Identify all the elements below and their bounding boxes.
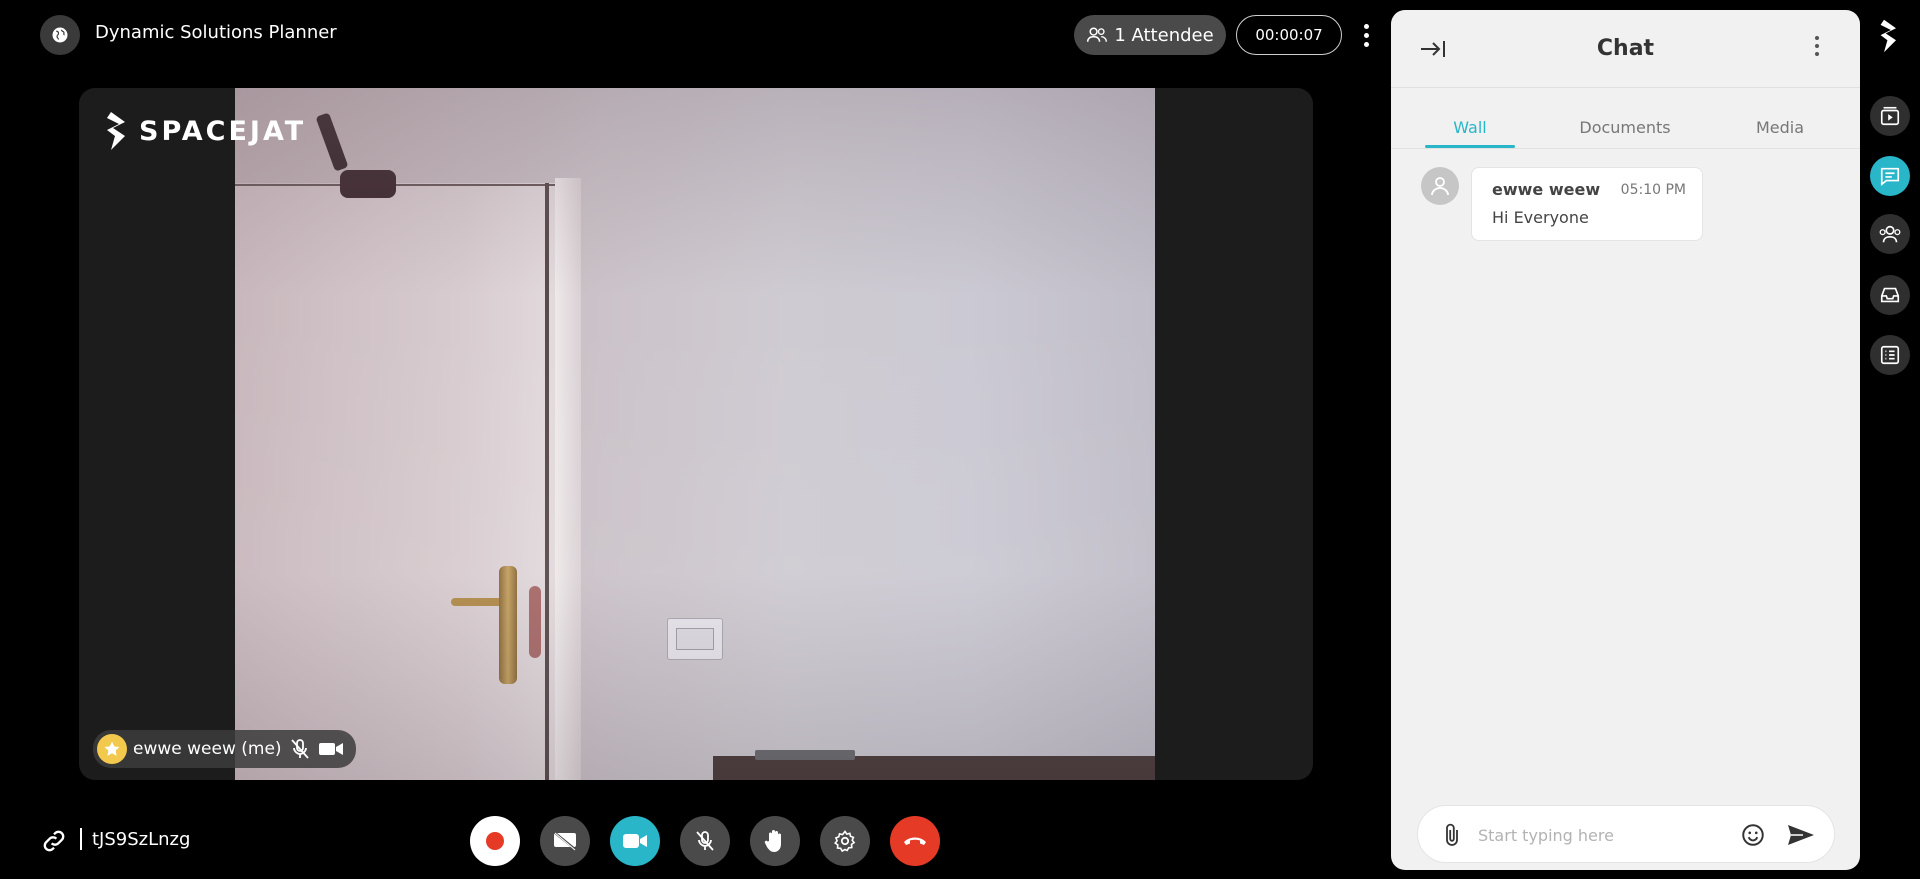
chat-icon (1880, 167, 1900, 186)
rail-chat-button[interactable] (1870, 156, 1910, 196)
tab-wall[interactable]: Wall (1425, 105, 1515, 149)
people-icon (1087, 27, 1108, 42)
rail-participants-button[interactable] (1870, 214, 1910, 254)
chat-more-button[interactable] (1812, 36, 1822, 56)
send-button[interactable] (1786, 822, 1816, 852)
app-logo (1878, 18, 1902, 58)
raise-hand-button[interactable] (750, 816, 800, 866)
record-icon (486, 832, 504, 850)
message-time: 05:10 PM (1620, 182, 1686, 198)
emoji-icon (1742, 824, 1764, 846)
chat-title: Chat (1596, 36, 1655, 61)
send-icon (1788, 825, 1814, 845)
right-rail (1860, 0, 1920, 879)
video-stage: SPACEJAT ewwe weew (me) (79, 88, 1313, 780)
camera-feed (235, 88, 1155, 780)
active-tab-indicator (1425, 145, 1515, 148)
screen-share-button[interactable] (540, 816, 590, 866)
meeting-code: tJS9SzLnzg (80, 828, 190, 850)
link-icon (43, 830, 65, 852)
mic-toggle-button[interactable] (680, 816, 730, 866)
kebab-icon (1363, 23, 1369, 29)
mic-off-icon (290, 739, 309, 759)
chat-message: ewwe weew 05:10 PM Hi Everyone (1421, 167, 1703, 241)
playlist-icon (1880, 106, 1900, 126)
logo-icon (1880, 19, 1896, 53)
camera-toggle-button[interactable] (610, 816, 660, 866)
participant-name-tag: ewwe weew (me) (93, 730, 356, 768)
more-options-button[interactable] (1356, 20, 1376, 50)
brand-name: SPACEJAT (139, 115, 307, 147)
globe-icon (52, 27, 68, 43)
call-controls (470, 816, 940, 866)
kebab-icon (1815, 36, 1819, 40)
screen-share-off-icon (553, 831, 577, 851)
chat-header: Chat (1391, 10, 1860, 88)
message-author: ewwe weew (1492, 180, 1601, 199)
host-star-icon (97, 734, 127, 764)
mic-off-icon (696, 831, 714, 851)
paperclip-icon (1446, 823, 1458, 846)
attendees-count: 1 Attendee (1114, 24, 1214, 46)
rail-inbox-button[interactable] (1870, 275, 1910, 315)
tab-documents[interactable]: Documents (1565, 105, 1685, 149)
inbox-icon (1880, 287, 1900, 303)
video-camera-icon (318, 743, 343, 755)
copy-link-button[interactable] (40, 827, 68, 859)
list-icon (1880, 345, 1900, 365)
meeting-app: Dynamic Solutions Planner 1 Attendee 00:… (0, 0, 1920, 879)
rail-playlist-button[interactable] (1870, 96, 1910, 136)
spacejat-logo-icon (107, 112, 125, 150)
emoji-button[interactable] (1740, 822, 1766, 852)
chat-tabs: Wall Documents Media (1391, 105, 1860, 149)
globe-button[interactable] (40, 15, 80, 55)
user-avatar-icon (1431, 177, 1449, 196)
attach-button[interactable] (1442, 822, 1464, 852)
meeting-timer: 00:00:07 (1236, 15, 1342, 55)
participants-icon (1879, 225, 1901, 243)
meeting-code-value: tJS9SzLnzg (92, 828, 191, 850)
avatar (1421, 167, 1459, 205)
message-input[interactable] (1478, 818, 1718, 852)
rail-list-button[interactable] (1870, 335, 1910, 375)
chat-panel: Chat Wall Documents Media ewwe weew 05:1… (1391, 10, 1860, 870)
brand-logo: SPACEJAT (105, 110, 306, 152)
tab-media[interactable]: Media (1735, 105, 1825, 149)
attendees-button[interactable]: 1 Attendee (1074, 15, 1226, 55)
record-button[interactable] (470, 816, 520, 866)
settings-button[interactable] (820, 816, 870, 866)
end-call-icon (904, 837, 926, 845)
settings-icon (834, 830, 856, 853)
message-composer (1417, 805, 1835, 863)
meeting-title: Dynamic Solutions Planner (95, 22, 337, 43)
participant-name: ewwe weew (me) (133, 739, 282, 759)
message-bubble: ewwe weew 05:10 PM Hi Everyone (1471, 167, 1703, 241)
message-text: Hi Everyone (1492, 208, 1589, 227)
raise-hand-icon (764, 830, 781, 852)
end-call-button[interactable] (890, 816, 940, 866)
video-camera-icon (623, 834, 647, 848)
